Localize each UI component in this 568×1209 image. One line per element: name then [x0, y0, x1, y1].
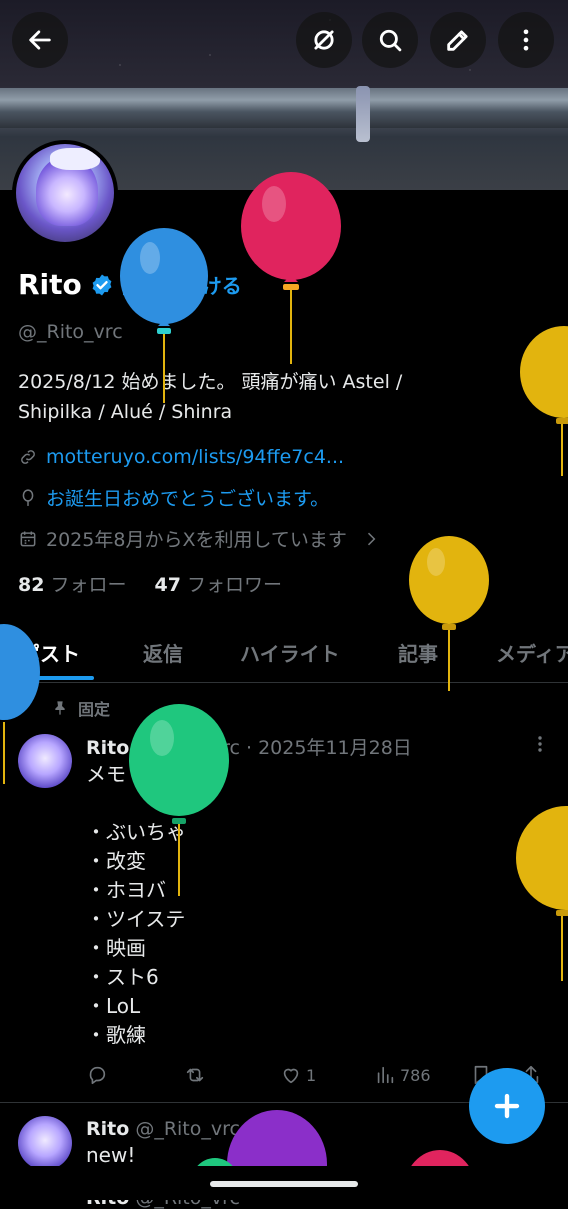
post-author-name[interactable]: Rito	[86, 737, 129, 759]
post-header: Rito @_Rito_vrc · 2025年11月28日	[86, 733, 412, 760]
repost-icon	[186, 1068, 204, 1082]
joined-row[interactable]: 2025年8月からXを利用しています	[18, 525, 381, 552]
profile-name: Rito	[18, 268, 82, 301]
tab-media[interactable]: メディア	[496, 638, 568, 667]
follow-stats: 82 フォロー 47 フォロワー	[18, 570, 282, 597]
arrow-left-icon	[29, 30, 51, 50]
post-meta-2: @_Rito_vrc · 1日	[135, 1118, 290, 1140]
balloon-yellow-right-2	[516, 806, 568, 981]
verified-badge-icon[interactable]	[90, 273, 114, 297]
profile-tabs: ポスト 返信 ハイライト 記事 メディア	[0, 628, 568, 683]
view-count: 786	[400, 1065, 431, 1085]
profile-link-row: motteruyo.com/lists/94ffe7c4...	[18, 446, 344, 468]
reply-button[interactable]	[86, 1064, 108, 1086]
joined-text: 2025年8月からXを利用しています	[46, 529, 347, 551]
post-meta: @_Rito_vrc · 2025年11月28日	[135, 737, 412, 759]
balloon-green-bottom	[197, 1158, 233, 1166]
repost-button[interactable]	[184, 1064, 206, 1086]
tab-replies[interactable]: 返信	[143, 638, 183, 667]
views-chart-icon	[377, 1066, 394, 1084]
profile-website-link[interactable]: motteruyo.com/lists/94ffe7c4...	[46, 446, 344, 468]
birthday-text[interactable]: お誕生日おめでとうございます。	[46, 484, 329, 511]
bio-line-2: Shipilka / Alué / Shinra	[18, 401, 233, 423]
post-header-2: Rito @_Rito_vrc · 1日	[86, 1114, 289, 1141]
following-label: フォロー	[50, 574, 127, 596]
tab-highlights[interactable]: ハイライト	[240, 638, 340, 667]
pinned-label-row: 固定	[52, 696, 110, 720]
balloon-red-bottom	[411, 1150, 469, 1166]
pin-icon	[55, 701, 65, 715]
pinned-label: 固定	[78, 700, 111, 719]
birthday-row: お誕生日おめでとうございます。	[18, 484, 329, 511]
more-button[interactable]	[498, 12, 554, 68]
profile-handle: @_Rito_vrc	[18, 321, 123, 343]
get-verified-link[interactable]: 認証を受ける	[122, 270, 242, 299]
active-tab-indicator	[14, 676, 94, 680]
circle-slash-icon	[314, 30, 334, 50]
post-more-icon[interactable]	[532, 734, 548, 754]
search-button[interactable]	[362, 12, 418, 68]
search-icon	[379, 29, 402, 52]
post-avatar[interactable]	[18, 734, 72, 788]
like-count: 1	[306, 1065, 317, 1085]
plus-icon	[494, 1093, 520, 1119]
reply-icon	[89, 1066, 106, 1085]
avatar-hat	[50, 148, 100, 170]
compose-post-button[interactable]	[469, 1068, 545, 1144]
post-author-name-2[interactable]: Rito	[86, 1118, 129, 1140]
chevron-right-icon	[367, 532, 376, 545]
pencil-icon	[447, 30, 468, 51]
home-indicator[interactable]	[210, 1181, 358, 1187]
link-icon	[21, 450, 35, 464]
followers-stat[interactable]: 47 フォロワー	[155, 574, 282, 596]
following-stat[interactable]: 82 フォロー	[18, 574, 126, 596]
edit-button[interactable]	[430, 12, 486, 68]
followers-label: フォロワー	[186, 574, 282, 596]
bio-line-1: 2025/8/12 始めました。 頭痛が痛い Astel /	[18, 371, 403, 393]
name-row: Rito 認証を受ける	[18, 268, 242, 301]
tab-articles[interactable]: 記事	[398, 638, 438, 667]
balloon-red	[241, 172, 341, 364]
post-avatar-2[interactable]	[18, 1116, 72, 1170]
more-vertical-icon	[523, 29, 529, 51]
tab-posts[interactable]: ポスト	[20, 638, 80, 667]
banner-figure	[356, 86, 370, 142]
balloon-yellow-right-1	[520, 326, 568, 476]
profile-avatar[interactable]	[12, 140, 118, 246]
mute-button[interactable]	[296, 12, 352, 68]
following-count: 82	[18, 574, 45, 596]
balloon-icon	[22, 488, 34, 506]
views-button[interactable]: 786	[374, 1064, 431, 1086]
calendar-icon	[20, 531, 36, 546]
back-button[interactable]	[12, 12, 68, 68]
heart-icon	[283, 1068, 299, 1084]
followers-count: 47	[154, 574, 181, 596]
like-button[interactable]: 1	[280, 1064, 316, 1086]
banner-sea	[0, 88, 568, 128]
post-text: メモ ・ぶいちゃ ・改変 ・ホヨバ ・ツイステ ・映画 ・スト6 ・LoL ・歌…	[86, 762, 186, 1047]
profile-bio: 2025/8/12 始めました。 頭痛が痛い Astel / Shipilka …	[18, 367, 518, 427]
